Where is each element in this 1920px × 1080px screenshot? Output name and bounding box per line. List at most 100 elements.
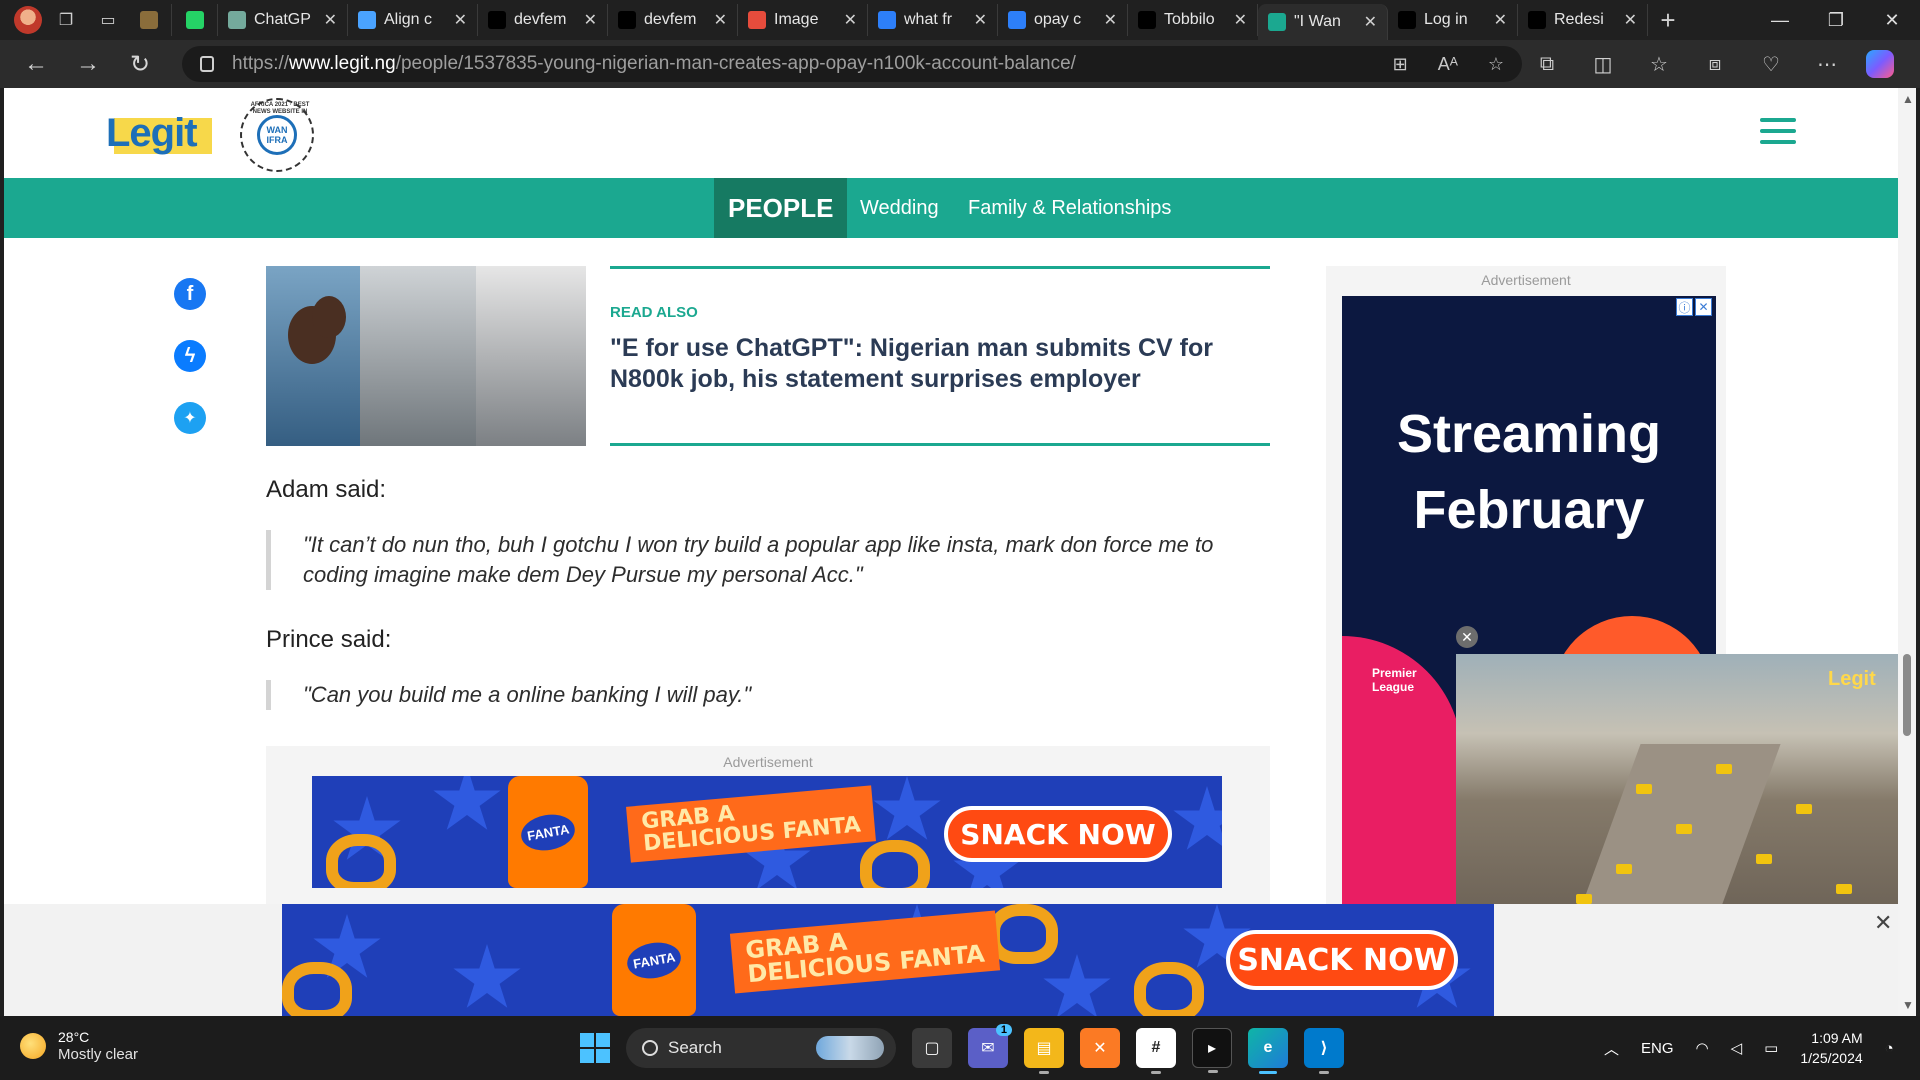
browser-tab[interactable]: Image ✕: [738, 4, 868, 36]
new-tab-button[interactable]: +: [1648, 5, 1688, 36]
profile-avatar[interactable]: [14, 6, 42, 34]
tab-title: Redesi: [1554, 11, 1604, 28]
terminal-icon[interactable]: ▸: [1192, 1028, 1232, 1073]
video-close-button[interactable]: ✕: [1456, 626, 1478, 648]
lock-icon[interactable]: [200, 56, 214, 72]
wifi-icon[interactable]: ◠: [1696, 1039, 1709, 1057]
tray-overflow-icon[interactable]: ︿: [1604, 1038, 1619, 1059]
refresh-button[interactable]: ↻: [114, 44, 166, 84]
notifications-icon[interactable]: ◔: [1885, 1040, 1894, 1057]
favorite-star-icon[interactable]: ☆: [1488, 54, 1504, 75]
battery-icon[interactable]: ▭: [1764, 1039, 1778, 1057]
volume-icon[interactable]: ◁: [1731, 1039, 1743, 1057]
fanta-banner-ad[interactable]: FANTA GRAB A DELICIOUS FANTA SNACK NOW: [312, 776, 1222, 888]
minimize-button[interactable]: —: [1752, 0, 1808, 40]
fanta-slogan: GRAB A DELICIOUS FANTA: [626, 785, 877, 863]
extensions-icon[interactable]: ⧉: [1530, 53, 1564, 76]
tab-close-icon[interactable]: ✕: [714, 10, 727, 30]
tab-title: Align c: [384, 11, 433, 28]
adchoices-icon[interactable]: ⓘ: [1676, 298, 1693, 316]
clock[interactable]: 1:09 AM 1/25/2024: [1800, 1028, 1862, 1068]
browser-tab[interactable]: [172, 4, 218, 36]
browser-tab[interactable]: "I Wan ✕: [1258, 4, 1388, 40]
tab-title: "I Wan: [1294, 13, 1341, 30]
vscode-icon[interactable]: ⟩: [1304, 1028, 1344, 1074]
scroll-down-icon[interactable]: ▼: [1902, 998, 1914, 1012]
restore-button[interactable]: ❐: [1808, 0, 1864, 40]
taskbar-apps: Search ▢ ✉ 1 ▤ ✕ # ▸ e ⟩: [580, 1024, 1344, 1074]
tab-close-icon[interactable]: ✕: [324, 10, 337, 30]
browser-tab[interactable]: devfem ✕: [478, 4, 608, 36]
facebook-share-icon[interactable]: f: [174, 278, 206, 310]
split-screen-icon[interactable]: ◫: [1586, 52, 1620, 77]
workspaces-icon[interactable]: ❐: [48, 6, 84, 34]
slack-icon[interactable]: #: [1136, 1028, 1176, 1074]
xampp-icon[interactable]: ✕: [1080, 1028, 1120, 1068]
teams-chat-icon[interactable]: ✉ 1: [968, 1024, 1012, 1068]
twitter-share-icon[interactable]: ✦: [174, 402, 206, 434]
snack-now-button[interactable]: SNACK NOW: [944, 806, 1172, 862]
category-wedding[interactable]: Wedding: [860, 178, 939, 238]
snack-now-sticky-button[interactable]: SNACK NOW: [1226, 930, 1458, 990]
browser-tab[interactable]: Tobbilo ✕: [1128, 4, 1258, 36]
fanta-sticky-slogan: GRAB A DELICIOUS FANTA: [729, 910, 1001, 994]
tab-close-icon[interactable]: ✕: [844, 10, 857, 30]
browser-tab[interactable]: [126, 4, 172, 36]
menu-hamburger-icon[interactable]: [1760, 118, 1796, 146]
task-view-icon[interactable]: ▢: [912, 1028, 952, 1068]
favorites-icon[interactable]: ☆: [1642, 52, 1676, 77]
legit-logo[interactable]: Legit: [100, 110, 212, 156]
tab-close-icon[interactable]: ✕: [1104, 10, 1117, 30]
browser-essentials-icon[interactable]: ♡: [1754, 52, 1788, 77]
taskbar-search[interactable]: Search: [626, 1028, 896, 1068]
tab-close-icon[interactable]: ✕: [1624, 10, 1637, 30]
whatsapp-icon: [185, 11, 204, 29]
category-family-relationships[interactable]: Family & Relationships: [968, 178, 1171, 238]
read-also-link[interactable]: "E for use ChatGPT": Nigerian man submit…: [610, 333, 1230, 395]
browser-tab[interactable]: ChatGP ✕: [218, 4, 348, 36]
sticky-ad-close-icon[interactable]: ✕: [1874, 910, 1892, 936]
read-aloud-icon[interactable]: Aᴬ: [1438, 54, 1458, 75]
fanta-sticky-ad[interactable]: FANTA GRAB A DELICIOUS FANTA SNACK NOW: [282, 904, 1494, 1016]
browser-toolbar: ← → ↻ https://www.legit.ng/people/153783…: [0, 40, 1920, 88]
collections-icon[interactable]: ⧈: [1698, 53, 1732, 76]
weather-widget[interactable]: 28°C Mostly clear: [20, 1028, 138, 1063]
browser-tab[interactable]: devfem ✕: [608, 4, 738, 36]
start-button[interactable]: [580, 1033, 610, 1063]
tab-close-icon[interactable]: ✕: [584, 10, 597, 30]
tab-close-icon[interactable]: ✕: [454, 10, 467, 30]
tab-close-icon[interactable]: ✕: [1494, 10, 1507, 30]
browser-tab[interactable]: Redesi ✕: [1518, 4, 1648, 36]
url-host: www.legit.ng: [289, 53, 396, 74]
scrollbar-thumb[interactable]: [1903, 654, 1911, 736]
search-highlight-image: [816, 1036, 884, 1060]
browser-tab[interactable]: what fr ✕: [868, 4, 998, 36]
read-also-thumbnail[interactable]: [266, 266, 586, 446]
tab-close-icon[interactable]: ✕: [1364, 12, 1377, 32]
file-explorer-icon[interactable]: ▤: [1024, 1028, 1064, 1074]
bing-search-icon: [878, 11, 896, 29]
tab-actions-icon[interactable]: ▭: [90, 6, 126, 34]
tab-close-icon[interactable]: ✕: [1234, 10, 1247, 30]
more-menu-icon[interactable]: ⋯: [1810, 52, 1844, 77]
forward-button[interactable]: →: [62, 44, 114, 84]
browser-tab[interactable]: Log in ✕: [1388, 4, 1518, 36]
copilot-icon[interactable]: [1866, 50, 1894, 78]
messenger-share-icon[interactable]: ϟ: [174, 340, 206, 372]
app-available-icon[interactable]: ⊞: [1393, 54, 1408, 75]
floating-video-player[interactable]: Legit: [1456, 654, 1898, 920]
tab-close-icon[interactable]: ✕: [974, 10, 987, 30]
scroll-up-icon[interactable]: ▲: [1902, 92, 1914, 106]
language-indicator[interactable]: ENG: [1641, 1040, 1674, 1057]
category-people[interactable]: PEOPLE: [714, 178, 848, 238]
pen-icon: [748, 11, 766, 29]
edge-browser-icon[interactable]: e: [1248, 1028, 1288, 1074]
address-bar[interactable]: https://www.legit.ng/people/1537835-youn…: [182, 46, 1522, 82]
back-button[interactable]: ←: [10, 44, 62, 84]
ad-close-icon[interactable]: ✕: [1695, 298, 1712, 316]
browser-tab[interactable]: opay c ✕: [998, 4, 1128, 36]
tab-title: Log in: [1424, 11, 1468, 28]
close-window-button[interactable]: ✕: [1864, 0, 1920, 40]
browser-tab[interactable]: Align c ✕: [348, 4, 478, 36]
page-scrollbar[interactable]: ▲ ▼: [1898, 88, 1916, 1016]
